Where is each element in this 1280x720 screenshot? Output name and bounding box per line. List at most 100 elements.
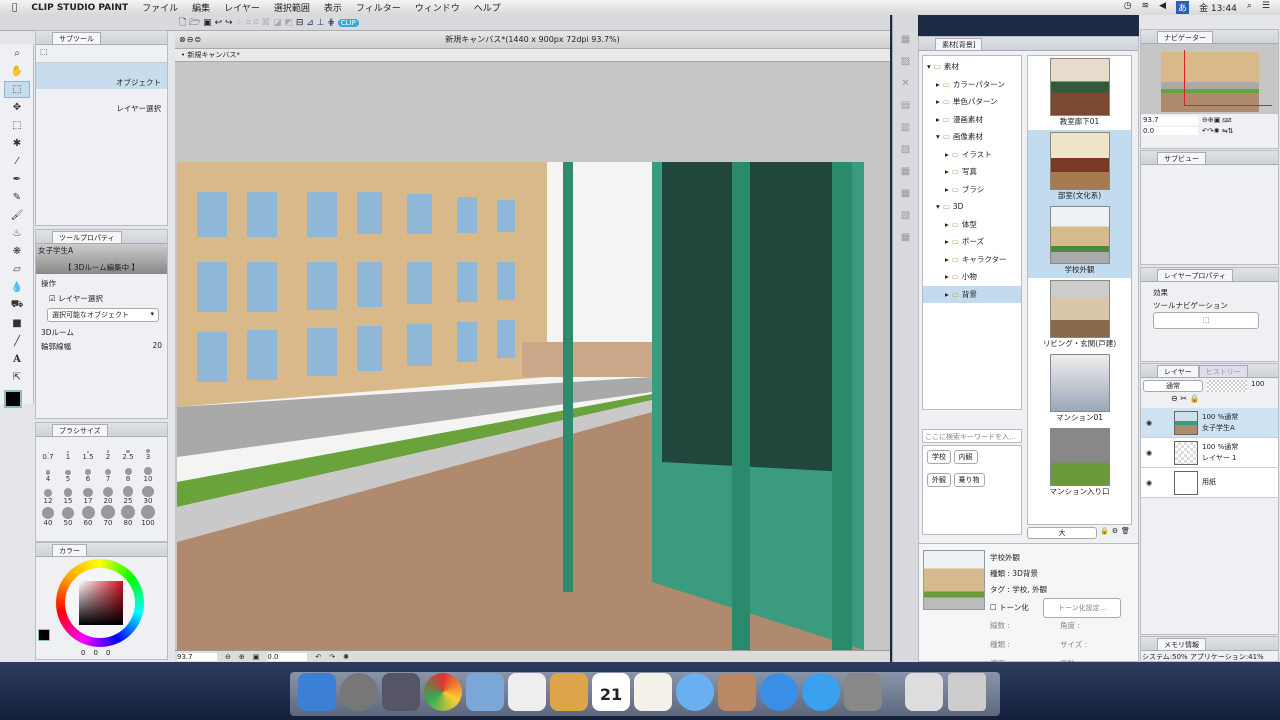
brush-size-option[interactable]: 40 [38, 505, 58, 527]
brush-size-option[interactable]: 2.5 [118, 439, 138, 461]
tab-brush-size[interactable]: ブラシサイズ [52, 424, 108, 436]
contacts-icon[interactable] [550, 673, 588, 711]
material-item[interactable]: マンション01 [1028, 352, 1131, 426]
tab-subview[interactable]: サブビュー [1157, 152, 1206, 164]
collapsed-arrow-icon[interactable]: ▸ [945, 290, 949, 299]
notification-icon[interactable]: ☰ [1262, 1, 1270, 14]
view-rectangle[interactable] [1184, 50, 1272, 106]
toolnav-button[interactable]: ⬚ [1153, 312, 1259, 329]
tree-item[interactable]: ▸ ▭ 背景 [923, 285, 1021, 303]
textedit-icon[interactable] [634, 673, 672, 711]
subtool-layer-select[interactable]: レイヤー選択 [36, 89, 167, 115]
menu-window[interactable]: ウィンドウ [415, 1, 460, 14]
saturation-value-square[interactable] [79, 581, 123, 625]
tone-settings-button[interactable]: トーン化設定... [1043, 598, 1122, 618]
app-menu[interactable]: CLIP STUDIO PAINT [31, 3, 128, 13]
eye-icon[interactable]: ◉ [1146, 449, 1152, 457]
layer-row[interactable]: ◉ 100 %通常 女子学生A [1141, 408, 1278, 438]
tree-item[interactable]: ▸ ▭ ブラシ [923, 181, 1021, 199]
hand-tool-icon[interactable]: ✋ [4, 63, 30, 80]
layer-lock-buttons[interactable]: ⊖ ✂ 🔒 [1141, 394, 1278, 408]
brush-size-option[interactable]: 1 [58, 439, 78, 461]
tone-checkbox[interactable]: ☐ [990, 603, 997, 612]
move-layer-icon[interactable]: ✥ [4, 99, 30, 116]
collapsed-arrow-icon[interactable]: ▸ [945, 272, 949, 281]
operation-tool-icon[interactable]: ⬚ [4, 81, 30, 98]
tag-school[interactable]: 学校 [927, 450, 951, 464]
tab-material-background[interactable]: 素材[背景] [935, 38, 983, 50]
rotate-left-icon[interactable]: ↶ [315, 653, 321, 661]
launchpad-icon[interactable] [340, 673, 378, 711]
spotlight-icon[interactable]: ⌕ [1247, 1, 1252, 14]
pencil-icon[interactable]: ✎ [4, 189, 30, 206]
search-input[interactable]: ここに検索キーワードを入… [922, 429, 1022, 443]
eye-icon[interactable]: ◉ [1146, 479, 1152, 487]
current-color-swatch[interactable] [38, 629, 50, 641]
brush-size-option[interactable]: 15 [58, 483, 78, 505]
main-color-swatch[interactable] [4, 390, 22, 408]
tab-navigator[interactable]: ナビゲーター [1157, 31, 1213, 43]
downloads-stack-icon[interactable] [905, 673, 943, 711]
ime-indicator[interactable]: あ [1176, 1, 1190, 14]
brush-icon[interactable]: 🖌 [4, 207, 30, 224]
brush-size-option[interactable]: 30 [138, 483, 158, 505]
navigator-zoom[interactable]: 93.7 [1143, 116, 1198, 125]
calendar-icon[interactable]: 21 [592, 673, 630, 711]
canvas-image[interactable] [177, 162, 864, 650]
outline-width-row[interactable]: 輪郭線幅 20 [41, 341, 162, 352]
tag-vehicle[interactable]: 乗り物 [953, 473, 985, 487]
tree-item[interactable]: ▸ ▭ 単色パターン [923, 93, 1021, 111]
decoration-icon[interactable]: ❋ [4, 243, 30, 260]
tab-tool-property[interactable]: ツールプロパティ [52, 231, 122, 243]
trash-dock-icon[interactable] [948, 673, 986, 711]
open-icon[interactable]: 🗁 [189, 18, 200, 28]
tree-item[interactable]: ▸ ▭ 体型 [923, 216, 1021, 234]
system-preferences-icon[interactable] [844, 673, 882, 711]
tab-color[interactable]: カラー [52, 544, 87, 556]
tree-item[interactable]: ▸ ▭ 小物 [923, 268, 1021, 286]
menu-selection[interactable]: 選択範囲 [274, 1, 310, 14]
new-icon[interactable]: 🗋 [179, 18, 186, 28]
tag-exterior[interactable]: 外観 [927, 473, 951, 487]
expanded-arrow-icon[interactable]: ▾ [927, 62, 931, 71]
trash-icon[interactable]: 🗑 [1121, 527, 1130, 539]
app-store-icon[interactable] [802, 673, 840, 711]
fill-icon[interactable]: ⛟ [4, 297, 30, 314]
collapsed-arrow-icon[interactable]: ▸ [945, 237, 949, 246]
expanded-arrow-icon[interactable]: ▾ [936, 132, 940, 141]
subtool-group-icon[interactable]: ⬚ [36, 45, 167, 63]
menu-filter[interactable]: フィルター [356, 1, 401, 14]
undo-icon[interactable]: ↩ [215, 18, 223, 28]
angle-value[interactable]: 0.0 [267, 652, 308, 661]
window-controls[interactable]: ⊗⊖⊜ [179, 31, 202, 49]
thumbnail-size-select[interactable]: 大 [1027, 527, 1097, 539]
gradient-icon[interactable]: ■ [4, 315, 30, 332]
layer-row[interactable]: ◉ 用紙 [1141, 468, 1278, 498]
collapsed-arrow-icon[interactable]: ▸ [945, 150, 949, 159]
tree-item[interactable]: ▸ ▭ 漫画素材 [923, 111, 1021, 129]
rotate-right-icon[interactable]: ↷ [329, 653, 335, 661]
layer-select-checkbox[interactable]: ☑ レイヤー選択 [49, 293, 154, 304]
zoom-value[interactable]: 93.7 [177, 652, 217, 661]
collapsed-arrow-icon[interactable]: ▸ [945, 220, 949, 229]
fit-icon[interactable]: ▣ [253, 653, 260, 661]
finder-icon[interactable] [298, 673, 336, 711]
clip-icon[interactable]: CLIP [337, 19, 359, 27]
tag-interior[interactable]: 内観 [953, 450, 978, 464]
collapsed-arrow-icon[interactable]: ▸ [945, 167, 949, 176]
navigator-angle[interactable]: 0.0 [1143, 127, 1198, 135]
opacity-slider[interactable] [1207, 380, 1247, 392]
eyedropper-icon[interactable]: ⁄ [4, 153, 30, 170]
material-item[interactable]: 部室(文化系) [1028, 130, 1131, 204]
menu-edit[interactable]: 編集 [192, 1, 210, 14]
apple-icon[interactable]:  [12, 3, 17, 13]
tree-item[interactable]: ▾ ▭ 素材 [923, 58, 1021, 76]
material-item[interactable]: 学校外観 [1028, 204, 1131, 278]
outline-width-value[interactable]: 20 [152, 341, 162, 352]
brush-size-option[interactable]: 60 [78, 505, 98, 527]
messages-icon[interactable] [676, 673, 714, 711]
collapsed-arrow-icon[interactable]: ▸ [936, 115, 940, 124]
collapsed-arrow-icon[interactable]: ▸ [936, 97, 940, 106]
brush-size-option[interactable]: 8 [118, 461, 138, 483]
collapsed-arrow-icon[interactable]: ▸ [936, 80, 940, 89]
